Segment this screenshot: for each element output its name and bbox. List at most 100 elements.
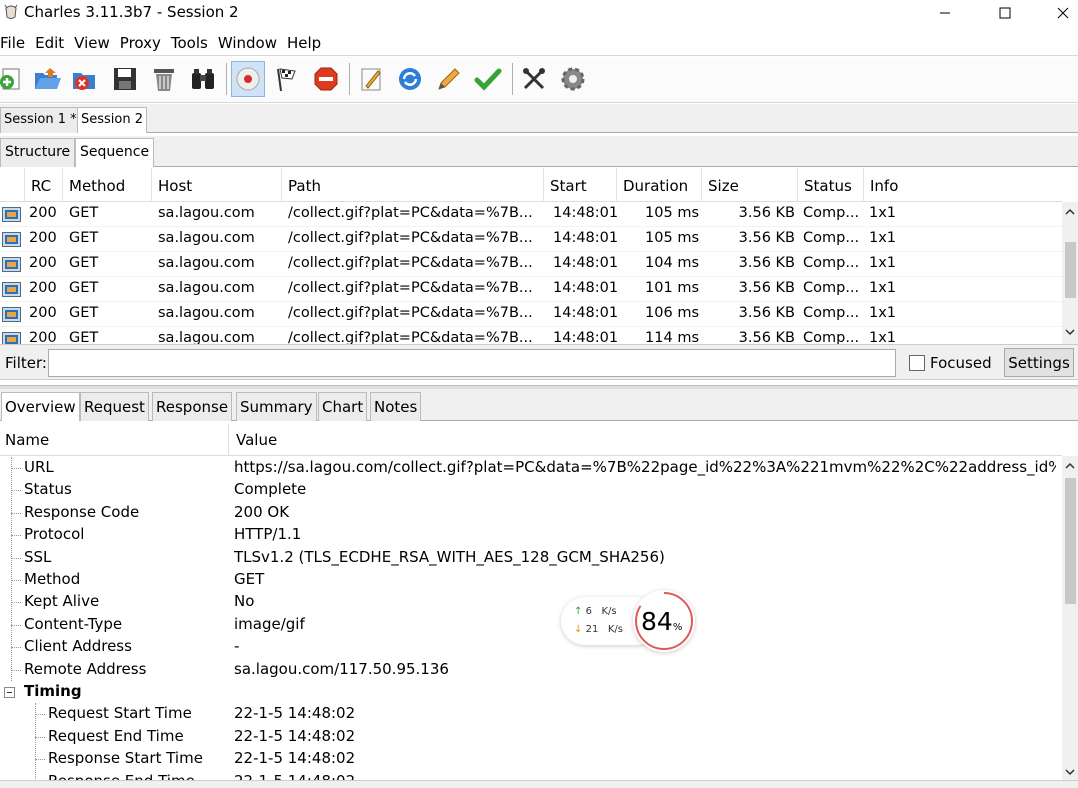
column-header-host[interactable]: Host bbox=[152, 168, 282, 202]
cell-status: Comp... bbox=[803, 230, 860, 246]
open-session-button[interactable] bbox=[30, 61, 64, 97]
column-header-duration[interactable]: Duration bbox=[617, 168, 702, 202]
overview-row[interactable]: Protocol HTTP/1.1 bbox=[0, 524, 1062, 546]
settings-toolbar-button[interactable] bbox=[556, 61, 590, 97]
table-row[interactable]: 200 GET sa.lagou.com/collect.gif?plat=PC&d… bbox=[0, 227, 1062, 252]
overview-row[interactable]: URL https://sa.lagou.com/collect.gif?plat… bbox=[0, 457, 1062, 479]
column-header-path[interactable]: Path bbox=[282, 168, 544, 202]
timing-label: Timing bbox=[24, 682, 82, 700]
column-header-size[interactable]: Size bbox=[702, 168, 798, 202]
cell-start: 14:48:01 bbox=[553, 205, 617, 221]
overview-value: TLSv1.2 (TLS_ECDHE_RSA_WITH_AES_128_GCM_… bbox=[234, 547, 665, 566]
cell-start: 14:48:01 bbox=[553, 230, 617, 246]
menu-help[interactable]: Help bbox=[287, 34, 328, 52]
cell-start: 14:48:01 bbox=[553, 305, 617, 321]
find-button[interactable] bbox=[186, 61, 220, 97]
timing-row[interactable]: Response Start Time 22-1-5 14:48:02 bbox=[0, 748, 1062, 770]
timing-group-row[interactable]: Timing bbox=[0, 681, 1062, 703]
overview-row[interactable]: SSL TLSv1.2 (TLS_ECDHE_RSA_WITH_AES_128_G… bbox=[0, 547, 1062, 569]
menu-window[interactable]: Window bbox=[218, 34, 284, 52]
table-row[interactable]: 200 GET sa.lagou.com/collect.gif?plat=PC&d… bbox=[0, 202, 1062, 227]
tab-chart[interactable]: Chart bbox=[318, 392, 368, 421]
menu-proxy[interactable]: Proxy bbox=[120, 34, 168, 52]
table-row[interactable]: 200 GET sa.lagou.com/collect.gif?plat=PC&d… bbox=[0, 302, 1062, 327]
timing-name: Response End Time bbox=[48, 772, 195, 780]
table-row[interactable]: 200 GET sa.lagou.com/collect.gif?plat=PC&d… bbox=[0, 277, 1062, 302]
menu-view[interactable]: View bbox=[74, 34, 117, 52]
maximize-button[interactable] bbox=[982, 0, 1028, 26]
tab-request[interactable]: Request bbox=[80, 392, 149, 421]
overview-scrollbar-thumb[interactable] bbox=[1065, 478, 1076, 604]
table-row[interactable]: 200 GET sa.lagou.com/collect.gif?plat=PC&d… bbox=[0, 327, 1062, 344]
overview-row[interactable]: Method GET bbox=[0, 569, 1062, 591]
collapse-icon[interactable] bbox=[4, 687, 15, 698]
maximize-icon bbox=[999, 7, 1011, 19]
overview-row[interactable]: Client Address - bbox=[0, 636, 1062, 658]
tab-summary[interactable]: Summary bbox=[236, 392, 317, 421]
filter-settings-button[interactable]: Settings bbox=[1004, 348, 1074, 377]
overview-value: 200 OK bbox=[234, 502, 290, 521]
scroll-down-icon bbox=[1065, 329, 1075, 336]
overview-row[interactable]: Status Complete bbox=[0, 479, 1062, 501]
network-speed-widget[interactable]: ↑ 6 K/s ↓ 21 K/s 84% bbox=[561, 590, 697, 652]
column-header-method[interactable]: Method bbox=[63, 168, 152, 202]
tab-structure[interactable]: Structure bbox=[0, 138, 76, 167]
column-header-status[interactable]: Status bbox=[798, 168, 864, 202]
cell-method: GET bbox=[69, 280, 99, 296]
focused-checkbox[interactable] bbox=[909, 355, 925, 371]
timing-row[interactable]: Request Start Time 22-1-5 14:48:02 bbox=[0, 703, 1062, 725]
download-value: 21 bbox=[585, 624, 599, 635]
validate-button[interactable] bbox=[471, 61, 505, 97]
timing-row[interactable]: Response End Time 22-1-5 14:48:02 bbox=[0, 771, 1062, 780]
table-row[interactable]: 200 GET sa.lagou.com/collect.gif?plat=PC&d… bbox=[0, 252, 1062, 277]
tab-overview[interactable]: Overview bbox=[1, 392, 80, 421]
menu-file[interactable]: File bbox=[0, 34, 32, 52]
record-icon bbox=[236, 67, 260, 91]
cell-duration: 105 ms bbox=[645, 205, 699, 221]
cell-method: GET bbox=[69, 330, 99, 344]
table-scrollbar-thumb[interactable] bbox=[1065, 242, 1076, 298]
tab-notes[interactable]: Notes bbox=[370, 392, 422, 421]
menu-edit[interactable]: Edit bbox=[35, 34, 71, 52]
tab-sequence[interactable]: Sequence bbox=[75, 138, 155, 167]
cell-info: 1x1 bbox=[869, 305, 897, 321]
tab-response[interactable]: Response bbox=[152, 392, 233, 421]
close-session-button[interactable] bbox=[68, 61, 102, 97]
compose-button[interactable] bbox=[354, 61, 388, 97]
breakpoints-button[interactable] bbox=[309, 61, 343, 97]
focused-label[interactable]: Focused bbox=[930, 354, 992, 372]
tab-session-2[interactable]: Session 2 bbox=[77, 107, 148, 133]
close-button[interactable] bbox=[1040, 0, 1078, 26]
overview-row[interactable]: Kept Alive No bbox=[0, 591, 1062, 613]
menu-tools[interactable]: Tools bbox=[171, 34, 215, 52]
new-session-button[interactable] bbox=[0, 61, 28, 97]
column-header-info[interactable]: Info bbox=[864, 168, 1062, 202]
save-button[interactable] bbox=[108, 61, 142, 97]
upload-speed: ↑ 6 K/s bbox=[574, 606, 617, 617]
overview-scrollbar[interactable] bbox=[1062, 456, 1078, 780]
repeat-button[interactable] bbox=[393, 61, 427, 97]
record-button[interactable] bbox=[231, 61, 265, 97]
minimize-button[interactable] bbox=[922, 0, 968, 26]
clear-session-button[interactable] bbox=[147, 61, 181, 97]
column-header-rc[interactable]: RC bbox=[25, 168, 63, 202]
overview-row[interactable]: Content-Type image/gif bbox=[0, 614, 1062, 636]
cell-size: 3.56 KB bbox=[738, 330, 795, 344]
filter-bar: Filter: Focused Settings bbox=[0, 344, 1078, 380]
detail-tab-bar: Overview Request Response Summary Chart … bbox=[0, 389, 1078, 421]
stop-icon bbox=[314, 67, 338, 91]
cell-size: 3.56 KB bbox=[738, 230, 795, 246]
overview-row[interactable]: Response Code 200 OK bbox=[0, 502, 1062, 524]
cell-size: 3.56 KB bbox=[738, 205, 795, 221]
overview-row[interactable]: Remote Address sa.lagou.com/117.50.95.136 bbox=[0, 659, 1062, 681]
cell-duration: 106 ms bbox=[645, 305, 699, 321]
tab-session-1[interactable]: Session 1 * bbox=[0, 107, 81, 133]
throttle-button[interactable] bbox=[270, 61, 304, 97]
cell-host: sa.lagou.com bbox=[158, 255, 255, 271]
tools-button[interactable] bbox=[517, 61, 551, 97]
edit-button[interactable] bbox=[432, 61, 466, 97]
column-header-start[interactable]: Start bbox=[544, 168, 617, 202]
filter-input[interactable] bbox=[48, 349, 896, 377]
table-scrollbar[interactable] bbox=[1062, 202, 1078, 344]
timing-row[interactable]: Request End Time 22-1-5 14:48:02 bbox=[0, 726, 1062, 748]
